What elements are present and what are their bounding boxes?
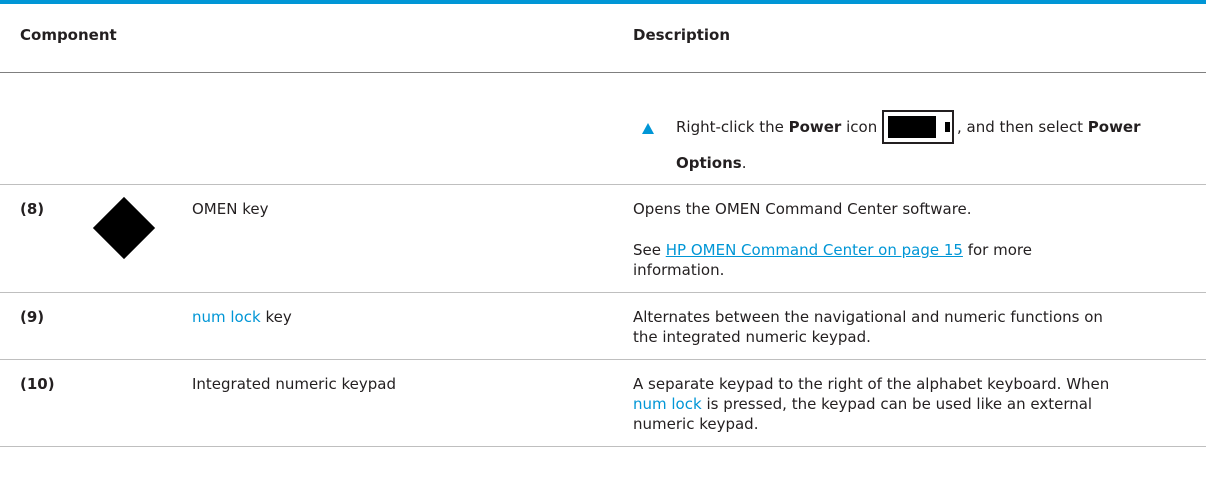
row-10-description-3: numeric keypad. xyxy=(633,415,759,433)
continuation-text-2: icon xyxy=(841,118,878,136)
header-description: Description xyxy=(633,26,731,44)
continuation-line-1: Right-click the Power icon xyxy=(676,116,877,138)
row-rule-4 xyxy=(0,446,1206,447)
row-9-number: (9) xyxy=(20,308,45,326)
continuation-line-1b: , and then select Power xyxy=(957,116,1141,138)
power-options-label-2: Options xyxy=(676,154,742,172)
header-rule xyxy=(0,72,1206,73)
row-rule-3 xyxy=(0,359,1206,360)
num-lock-keyword: num lock xyxy=(192,308,261,326)
row-10-description-2: num lock is pressed, the keypad can be u… xyxy=(633,393,1092,415)
battery-icon xyxy=(882,110,954,144)
continuation-text-3: , and then select xyxy=(957,118,1088,136)
manual-page: Component Description Right-click the Po… xyxy=(0,0,1206,479)
header-component: Component xyxy=(20,26,117,44)
row-10-description-2-suffix: is pressed, the keypad can be used like … xyxy=(701,395,1093,413)
power-label: Power xyxy=(788,118,842,136)
row-8-description-3: information. xyxy=(633,261,725,279)
row-8-description-1: Opens the OMEN Command Center software. xyxy=(633,200,972,218)
row-9-component: num lock key xyxy=(192,306,292,328)
row-8-see-prefix: See xyxy=(633,241,666,259)
row-8-see-suffix: for more xyxy=(962,241,1032,259)
row-rule-1 xyxy=(0,184,1206,185)
row-8-component: OMEN key xyxy=(192,200,269,218)
row-10-description-1: A separate keypad to the right of the al… xyxy=(633,375,1110,393)
row-rule-2 xyxy=(0,292,1206,293)
continuation-line-2: Options. xyxy=(676,152,747,174)
row-8-number: (8) xyxy=(20,200,45,218)
table-top-rule xyxy=(0,0,1206,4)
triangle-bullet-icon xyxy=(642,123,654,134)
continuation-text-1: Right-click the xyxy=(676,118,789,136)
row-9-description-2: the integrated numeric keypad. xyxy=(633,328,871,346)
omen-diamond-icon xyxy=(92,196,156,260)
row-10-number: (10) xyxy=(20,375,55,393)
row-9-description-1: Alternates between the navigational and … xyxy=(633,308,1103,326)
power-options-label-1: Power xyxy=(1087,118,1141,136)
continuation-text-4: . xyxy=(741,154,747,172)
row-9-component-suffix: key xyxy=(260,308,292,326)
omen-command-center-link[interactable]: HP OMEN Command Center on page 15 xyxy=(666,241,963,259)
num-lock-keyword-2: num lock xyxy=(633,395,702,413)
row-8-description-2: See HP OMEN Command Center on page 15 fo… xyxy=(633,239,1032,261)
row-10-component: Integrated numeric keypad xyxy=(192,375,397,393)
